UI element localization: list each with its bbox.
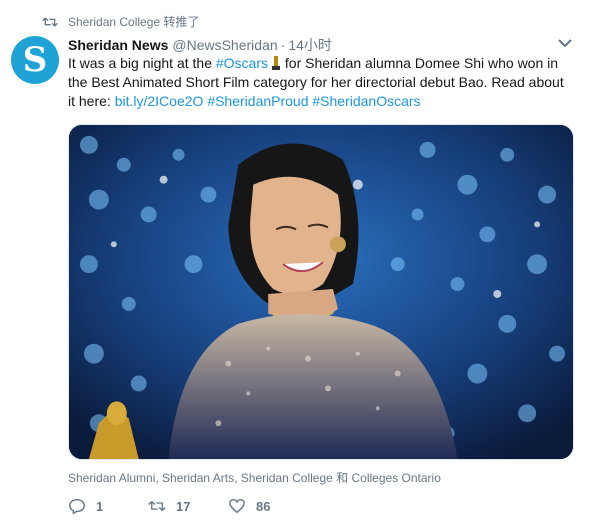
avatar[interactable]: S [11, 36, 59, 84]
chevron-down-icon[interactable] [558, 38, 572, 48]
hashtag-oscars[interactable]: #Oscars [216, 55, 268, 71]
tagged-people[interactable]: Sheridan Alumni, Sheridan Arts, Sheridan… [68, 469, 441, 486]
tweet-photo[interactable] [68, 124, 574, 460]
retweet-context: Sheridan College 转推了 [42, 13, 199, 30]
avatar-letter: S [22, 40, 48, 80]
reply-button[interactable]: 1 [68, 497, 148, 515]
reply-icon [69, 498, 85, 515]
like-count: 86 [256, 498, 271, 514]
retweet-button[interactable]: 17 [148, 497, 228, 515]
tweet-text: It was a big night at the #Oscars for Sh… [68, 54, 574, 111]
retweet-context-text[interactable]: Sheridan College 转推了 [68, 13, 199, 30]
tweet-text-part-1: It was a big night at the [68, 55, 216, 71]
retweet-icon [42, 17, 58, 26]
tweet-timestamp[interactable]: 14小时 [288, 35, 332, 55]
separator-dot: · [280, 37, 286, 53]
tweet-header: Sheridan News @NewsSheridan · 14小时 [68, 35, 572, 55]
hashtag-sheridanoscars[interactable]: #SheridanOscars [312, 93, 420, 109]
heart-icon [229, 498, 245, 514]
author-handle[interactable]: @NewsSheridan [172, 37, 277, 53]
reply-count: 1 [96, 498, 104, 514]
retweet-icon [148, 501, 166, 511]
author-name[interactable]: Sheridan News [68, 37, 168, 53]
hashtag-sheridanproud[interactable]: #SheridanProud [207, 93, 308, 109]
tweet-url-link[interactable]: bit.ly/2ICoe2O [115, 93, 204, 109]
retweet-count: 17 [176, 498, 191, 514]
like-button[interactable]: 86 [228, 497, 308, 515]
tweet-actions: 1 17 86 [68, 497, 308, 515]
oscar-emoji-icon [271, 56, 281, 70]
